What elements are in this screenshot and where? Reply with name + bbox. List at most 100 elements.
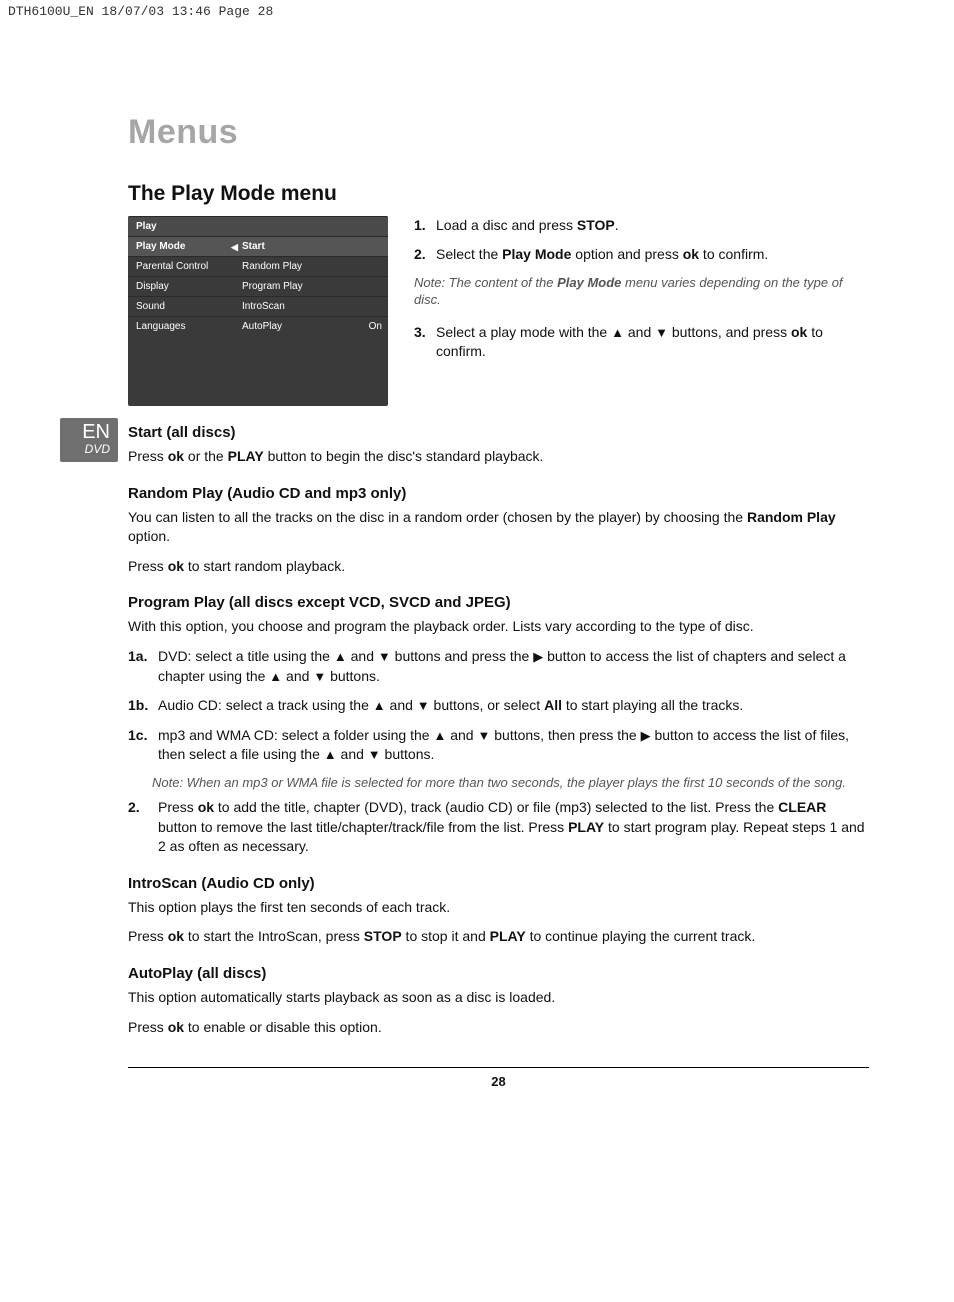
menu-left-item: Sound (128, 296, 228, 316)
program-step-1c: 1c. mp3 and WMA CD: select a folder usin… (128, 726, 869, 765)
text: and (446, 727, 477, 743)
program-step-1a: 1a. DVD: select a title using the ▲ and … (128, 647, 869, 686)
step-3: 3. Select a play mode with the ▲ and ▼ b… (414, 323, 869, 361)
text-bold: ok (168, 928, 184, 944)
text: button to remove the last title/chapter/… (158, 819, 568, 835)
text: to start playing all the tracks. (562, 697, 743, 713)
text: to start random playback. (184, 558, 345, 574)
text: Audio CD: select a track using the (158, 697, 373, 713)
text-bold: CLEAR (778, 799, 826, 815)
page-title: Menus (128, 113, 869, 152)
step-label: 2. (128, 798, 158, 857)
text-bold: All (544, 697, 562, 713)
badge-en: EN (68, 422, 110, 442)
text-bold: STOP (577, 217, 615, 233)
text-bold: ok (791, 324, 807, 340)
menu-left-item: Languages (128, 316, 228, 336)
up-icon: ▲ (269, 670, 282, 683)
text: Note: The content of the (414, 275, 557, 290)
menu-right-label: AutoPlay (242, 321, 282, 332)
badge-dvd: DVD (68, 442, 110, 456)
text: to add the title, chapter (DVD), track (… (214, 799, 778, 815)
text: Press (158, 799, 198, 815)
text: to confirm. (699, 246, 768, 262)
text: option. (128, 528, 170, 544)
program-steps: 1a. DVD: select a title using the ▲ and … (128, 647, 869, 765)
text: Select the (436, 246, 502, 262)
text: Select a play mode with the (436, 324, 611, 340)
text-bold: Random Play (747, 509, 836, 525)
up-icon: ▲ (611, 326, 624, 339)
autoplay-p1: This option automatically starts playbac… (128, 988, 869, 1008)
text: buttons and press the (391, 648, 533, 664)
text: and (624, 324, 655, 340)
text: to continue playing the current track. (526, 928, 756, 944)
triangle-left-icon: ◀ (231, 242, 238, 253)
page-number: 28 (128, 1074, 869, 1089)
down-icon: ▼ (313, 670, 326, 683)
menu-left-item: Play Mode (128, 236, 228, 256)
random-p2: Press ok to start random playback. (128, 557, 869, 577)
text-bold: Play Mode (557, 275, 621, 290)
menu-right-item: Random Play (228, 256, 388, 276)
text: and (386, 697, 417, 713)
step-label: 1a. (128, 647, 158, 686)
step-2: 2. Select the Play Mode option and press… (414, 245, 869, 264)
step-number: 2. (414, 245, 436, 264)
text: You can listen to all the tracks on the … (128, 509, 747, 525)
menu-left-item: Parental Control (128, 256, 228, 276)
text-bold: PLAY (490, 928, 526, 944)
text: and (347, 648, 378, 664)
autoplay-heading: AutoPlay (all discs) (128, 965, 869, 982)
text: buttons, or select (430, 697, 544, 713)
right-icon: ▶ (641, 729, 651, 742)
start-para: Press ok or the PLAY button to begin the… (128, 447, 869, 467)
text-bold: STOP (364, 928, 402, 944)
text-bold: PLAY (568, 819, 604, 835)
autoplay-state: On (369, 321, 382, 332)
up-icon: ▲ (334, 650, 347, 663)
text: . (615, 217, 619, 233)
text-bold: Play Mode (502, 246, 571, 262)
text: buttons, then press the (490, 727, 640, 743)
text: option and press (571, 246, 682, 262)
menu-header: Play (128, 216, 228, 236)
text: Load a disc and press (436, 217, 577, 233)
text: to start the IntroScan, press (184, 928, 364, 944)
page-content: Menus The Play Mode menu Play Play Mode … (0, 23, 954, 1129)
text-bold: ok (683, 246, 699, 262)
program-note: Note: When an mp3 or WMA file is selecte… (152, 775, 869, 790)
text: buttons, and press (668, 324, 791, 340)
text: Press (128, 448, 168, 464)
autoplay-p2: Press ok to enable or disable this optio… (128, 1018, 869, 1038)
intro-row: Play Play Mode Parental Control Display … (128, 216, 869, 406)
step-number: 1. (414, 216, 436, 235)
text-bold: ok (168, 1019, 184, 1035)
menu-right-item: Program Play (228, 276, 388, 296)
introscan-p1: This option plays the first ten seconds … (128, 898, 869, 918)
intro-steps: 1. Load a disc and press STOP. 2. Select… (414, 216, 869, 371)
down-icon: ▼ (417, 699, 430, 712)
step-label: 1b. (128, 696, 158, 716)
right-icon: ▶ (533, 650, 543, 663)
step-label: 1c. (128, 726, 158, 765)
text: button to begin the disc's standard play… (264, 448, 544, 464)
program-step-2: 2. Press ok to add the title, chapter (D… (128, 798, 869, 857)
text: Press (128, 558, 168, 574)
footer-rule (128, 1067, 869, 1068)
text: or the (184, 448, 228, 464)
up-icon: ▲ (324, 748, 337, 761)
start-heading: Start (all discs) (128, 424, 869, 441)
program-steps-2: 2. Press ok to add the title, chapter (D… (128, 798, 869, 857)
text-bold: ok (168, 558, 184, 574)
random-heading: Random Play (Audio CD and mp3 only) (128, 485, 869, 502)
program-p1: With this option, you choose and program… (128, 617, 869, 637)
introscan-p2: Press ok to start the IntroScan, press S… (128, 927, 869, 947)
text: buttons. (326, 668, 380, 684)
text: and (282, 668, 313, 684)
step-number: 3. (414, 323, 436, 361)
language-badge: EN DVD (60, 418, 118, 462)
up-icon: ▲ (373, 699, 386, 712)
down-icon: ▼ (655, 326, 668, 339)
up-icon: ▲ (433, 729, 446, 742)
